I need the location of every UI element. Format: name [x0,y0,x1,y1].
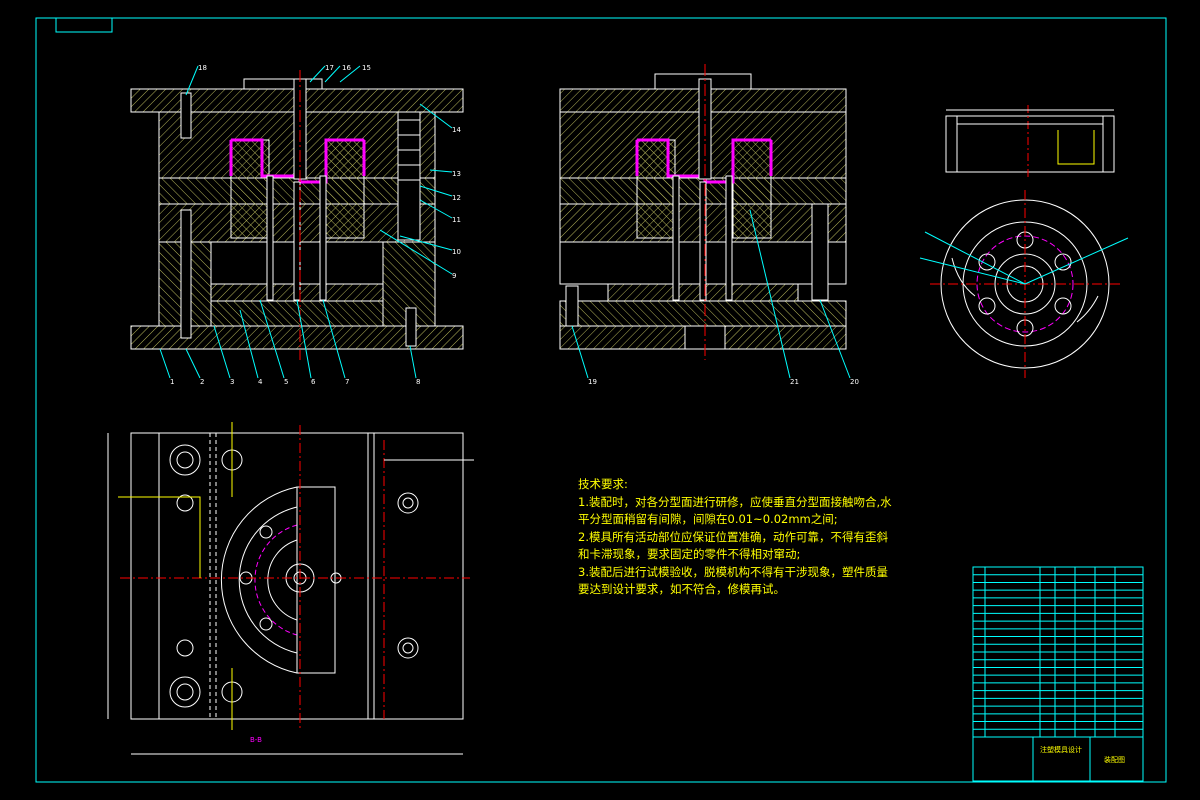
technical-requirement-3: 3.装配后进行试模验收，脱模机构不得有干涉现象，塑件质量要达到设计要求，如不符合… [578,564,888,597]
technical-requirements-title: 技术要求: [578,477,628,491]
callout-label-4: 4 [258,378,263,386]
plan-view [107,422,474,755]
callout-label-17: 17 [325,64,334,72]
callout-label-5: 5 [284,378,288,386]
callout-label-6: 6 [311,378,316,386]
side-view-callout-labels: 19 20 21 [588,378,859,386]
callout-label-16: 16 [342,64,351,72]
front-section-view [130,70,464,360]
callout-label-19: 19 [588,378,597,386]
callout-label-10: 10 [452,248,461,256]
callout-label-3: 3 [230,378,234,386]
callout-label-1: 1 [170,378,174,386]
technical-requirement-1: 1.装配时，对各分型面进行研修，应使垂直分型面接触吻合,水平分型面稍留有间隙，间… [578,494,892,527]
callout-label-2: 2 [200,378,204,386]
callout-label-15: 15 [362,64,371,72]
side-section-view [559,64,847,360]
callout-label-9: 9 [452,272,456,280]
title-block-drawing-name: 装配图 [1104,755,1125,764]
plan-view-caption: B-B [250,736,262,744]
callout-label-7: 7 [345,378,349,386]
title-block-design-title: 注塑模具设计 [1040,745,1082,754]
callout-label-8: 8 [416,378,420,386]
mold-assembly-drawing: 1 2 3 4 5 6 7 89101112131415161718 19 2021 [35,17,1167,783]
technical-requirement-2: 2.模具所有活动部位应保证位置准确，动作可靠，不得有歪斜和卡滞现象，要求固定的零… [578,529,888,562]
callout-label-13: 13 [452,170,461,178]
callout-label-20: 20 [850,378,859,386]
callout-label-11: 11 [452,216,461,224]
technical-requirements: 技术要求: 1.装配时，对各分型面进行研修，应使垂直分型面接触吻合,水平分型面稍… [578,476,898,599]
callout-label-12: 12 [452,194,461,202]
part-section-detail [945,105,1115,180]
callout-label-21: 21 [790,378,799,386]
callout-label-14: 14 [452,126,461,134]
part-plan-view [919,190,1129,378]
callout-label-18: 18 [198,64,207,72]
